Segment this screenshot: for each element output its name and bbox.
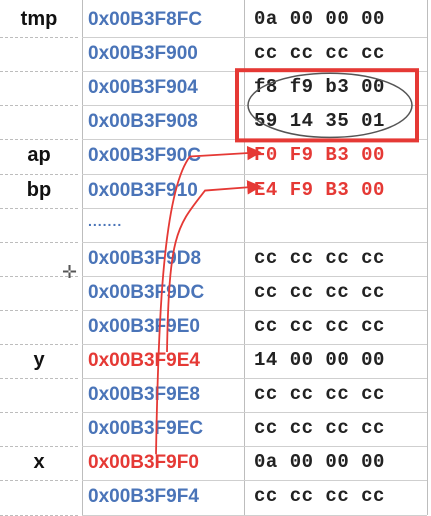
label-separator: [0, 37, 78, 39]
memory-address: 0x00B3F900: [88, 43, 198, 65]
memory-address: 0x00B3F90C: [88, 145, 202, 167]
memory-address: 0x00B3F9E4: [88, 350, 200, 372]
memory-value: cc cc cc cc: [254, 485, 385, 508]
value-column-right-border: [427, 0, 428, 515]
memory-address: 0x00B3F9D8: [88, 247, 202, 269]
memory-address: 0x00B3F9F0: [88, 452, 199, 474]
label-separator: [0, 173, 78, 175]
row-separator: [82, 37, 427, 39]
variable-label-tmp: tmp: [20, 8, 58, 31]
label-separator: [0, 480, 78, 482]
label-separator: [0, 344, 78, 345]
memory-address: 0x00B3F9EC: [88, 418, 204, 440]
memory-value: cc cc cc cc: [254, 280, 385, 303]
memory-value: f8 f9 b3 00: [254, 76, 385, 99]
ellipsis-marker: .......: [88, 212, 123, 229]
memory-value: 0a 00 00 00: [254, 8, 385, 31]
memory-address: 0x00B3F904: [88, 77, 198, 99]
label-separator: [0, 412, 78, 414]
memory-value: 0a 00 00 00: [254, 451, 385, 474]
variable-label-ap: ap: [27, 144, 51, 167]
row-separator: [82, 71, 427, 73]
memory-value: 14 00 00 00: [254, 349, 385, 372]
memory-address: 0x00B3F908: [88, 111, 198, 133]
memory-value: cc cc cc cc: [254, 383, 385, 406]
row-separator: [82, 105, 427, 107]
value-column-left-border: [244, 0, 245, 515]
label-separator: [0, 139, 78, 141]
row-separator: [82, 344, 427, 345]
row-separator: [82, 275, 427, 277]
row-separator: [82, 241, 427, 243]
row-separator: [82, 480, 427, 482]
memory-value: cc cc cc cc: [254, 314, 385, 337]
memory-address: 0x00B3F9E0: [88, 315, 200, 337]
memory-address: 0x00B3F8FC: [88, 9, 203, 31]
label-separator: [0, 446, 78, 448]
row-separator: [82, 309, 427, 311]
variable-label-bp: bp: [26, 178, 52, 201]
label-separator: [0, 378, 78, 380]
memory-value: F0 F9 B3 00: [254, 144, 385, 167]
variable-label-y: y: [33, 349, 45, 372]
label-separator: [0, 207, 78, 209]
variable-label-x: x: [33, 451, 45, 474]
memory-value: 59 14 35 01: [254, 110, 385, 133]
memory-address: 0x00B3F9F4: [88, 486, 199, 508]
crosshair-cursor-icon: ✛: [62, 262, 78, 284]
row-separator: [82, 173, 427, 175]
label-separator: [0, 105, 78, 107]
label-separator: [0, 71, 78, 73]
row-separator: [82, 378, 427, 380]
row-separator: [82, 139, 427, 141]
row-separator: [82, 412, 427, 414]
memory-diagram: tmp 0x00B3F8FC 0a 00 00 00 0x00B3F900 cc cc …: [0, 0, 431, 516]
memory-value: cc cc cc cc: [254, 42, 385, 65]
row-separator: [82, 207, 427, 209]
addr-column-left-border: [82, 0, 83, 515]
label-separator: [0, 241, 78, 243]
row-separator: [82, 446, 427, 448]
memory-value: cc cc cc cc: [254, 246, 385, 269]
memory-address: 0x00B3F9DC: [88, 281, 205, 303]
memory-address: 0x00B3F910: [88, 179, 198, 201]
label-separator: [0, 309, 78, 311]
memory-value: cc cc cc cc: [254, 417, 385, 440]
memory-address: 0x00B3F9E8: [88, 384, 200, 406]
memory-value: E4 F9 B3 00: [254, 178, 385, 201]
